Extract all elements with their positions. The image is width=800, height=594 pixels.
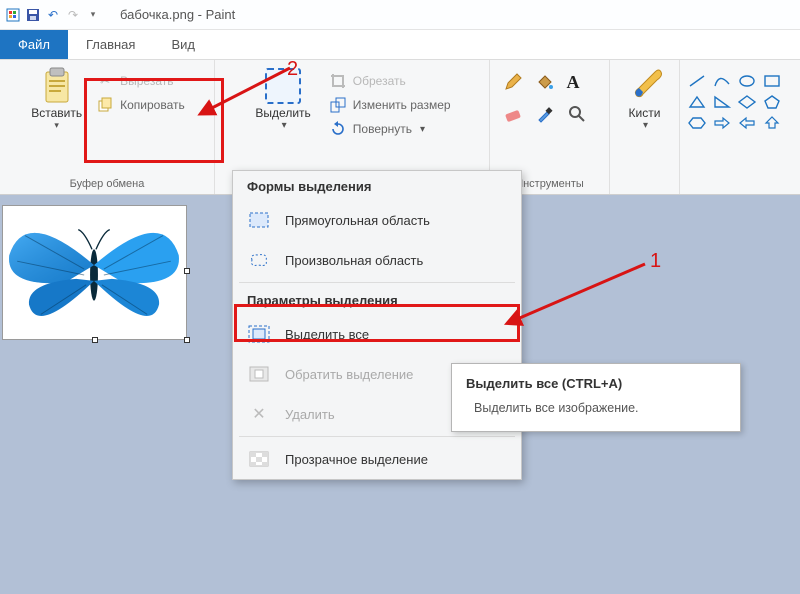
brushes-button[interactable]: Кисти (621, 66, 669, 133)
tab-file[interactable]: Файл (0, 30, 68, 59)
tooltip: Выделить все (CTRL+A) Выделить все изобр… (451, 363, 741, 432)
shape-diamond-icon[interactable] (736, 93, 758, 111)
text-icon[interactable]: A (567, 72, 597, 102)
dropdown-item-select-all[interactable]: Выделить все (233, 314, 521, 354)
window-title: бабочка.png - Paint (120, 7, 235, 22)
shape-oval-icon[interactable] (736, 72, 758, 90)
group-shapes (680, 60, 790, 194)
cut-button[interactable]: ✂ Вырезать (92, 70, 189, 92)
dropdown-section-shapes: Формы выделения (233, 171, 521, 200)
dropdown-item-transparent[interactable]: Прозрачное выделение (233, 439, 521, 479)
picker-icon[interactable] (535, 104, 565, 134)
quick-access-toolbar: ↶ ↷ ▾ (4, 6, 102, 24)
annotation-number-1: 1 (650, 250, 661, 273)
tooltip-body: Выделить все изображение. (466, 401, 726, 415)
resize-icon (329, 96, 347, 114)
title-bar: ↶ ↷ ▾ бабочка.png - Paint (0, 0, 800, 30)
paste-button[interactable]: Вставить ▾ (25, 66, 88, 133)
delete-icon: ✕ (247, 402, 271, 426)
transparent-icon (247, 447, 271, 471)
group-clipboard-label: Буфер обмена (70, 178, 145, 192)
crop-button[interactable]: Обрезать (325, 70, 455, 92)
dropdown-item-rectangular[interactable]: Прямоугольная область (233, 200, 521, 240)
dropdown-separator-2 (239, 436, 515, 437)
canvas-image (3, 206, 186, 339)
resize-handle-se[interactable] (184, 337, 190, 343)
shape-triangle-icon[interactable] (686, 93, 708, 111)
undo-icon[interactable]: ↶ (44, 6, 62, 24)
dropdown-separator (239, 282, 515, 283)
tab-view[interactable]: Вид (153, 30, 213, 59)
resize-label: Изменить размер (353, 98, 451, 112)
paste-label: Вставить (31, 106, 82, 120)
shape-line-icon[interactable] (686, 72, 708, 90)
shape-hexagon-icon[interactable] (686, 114, 708, 132)
canvas[interactable] (2, 205, 187, 340)
dropdown-selectall-label: Выделить все (285, 327, 369, 342)
shape-curve-icon[interactable] (711, 72, 733, 90)
save-icon[interactable] (24, 6, 42, 24)
shape-larrow-icon[interactable] (736, 114, 758, 132)
rotate-icon (329, 120, 347, 138)
fill-icon[interactable] (535, 72, 565, 102)
qat-dropdown-icon[interactable]: ▾ (84, 6, 102, 24)
dropdown-free-label: Произвольная область (285, 253, 423, 268)
group-brushes: Кисти (610, 60, 680, 194)
select-dropdown: Формы выделения Прямоугольная область Пр… (232, 170, 522, 480)
dropdown-item-freeform[interactable]: Произвольная область (233, 240, 521, 280)
brush-icon (627, 68, 663, 104)
magnifier-icon[interactable] (567, 104, 597, 134)
dropdown-transparent-label: Прозрачное выделение (285, 452, 428, 467)
shape-pentagon-icon[interactable] (761, 93, 783, 111)
redo-icon[interactable]: ↷ (64, 6, 82, 24)
group-clipboard: Вставить ▾ ✂ Вырезать Копировать Буфер о… (0, 60, 215, 194)
crop-label: Обрезать (353, 74, 406, 88)
resize-button[interactable]: Изменить размер (325, 94, 455, 116)
eraser-icon[interactable] (503, 104, 533, 134)
select-label: Выделить (255, 106, 310, 120)
shape-uarrow-icon[interactable] (761, 114, 783, 132)
crop-icon (329, 72, 347, 90)
dropdown-rect-label: Прямоугольная область (285, 213, 430, 228)
pencil-icon[interactable] (503, 72, 533, 102)
dropdown-invert-label: Обратить выделение (285, 367, 413, 382)
annotation-number-2: 2 (287, 58, 298, 81)
rect-select-icon (247, 208, 271, 232)
chevron-down-icon: ▾ (54, 120, 59, 131)
group-tools-label: Инструменты (515, 178, 584, 192)
cut-label: Вырезать (120, 74, 173, 88)
dropdown-section-params: Параметры выделения (233, 285, 521, 314)
brushes-label: Кисти (629, 106, 661, 120)
rotate-label: Повернуть (353, 122, 412, 136)
clipboard-icon (39, 68, 75, 104)
resize-handle-s[interactable] (92, 337, 98, 343)
ribbon-tabs: Файл Главная Вид (0, 30, 800, 60)
rotate-button[interactable]: Повернуть (325, 118, 455, 140)
freeform-select-icon (247, 248, 271, 272)
select-button[interactable]: Выделить (249, 66, 316, 133)
resize-handle-e[interactable] (184, 268, 190, 274)
select-all-icon (247, 322, 271, 346)
tab-home[interactable]: Главная (68, 30, 153, 59)
tooltip-title: Выделить все (CTRL+A) (466, 376, 726, 391)
invert-icon (247, 362, 271, 386)
shape-rtriangle-icon[interactable] (711, 93, 733, 111)
app-icon (4, 6, 22, 24)
scissors-icon: ✂ (96, 72, 114, 90)
shape-rect-icon[interactable] (761, 72, 783, 90)
copy-icon (96, 96, 114, 114)
shape-rarrow-icon[interactable] (711, 114, 733, 132)
copy-button[interactable]: Копировать (92, 94, 189, 116)
dropdown-delete-label: Удалить (285, 407, 335, 422)
copy-label: Копировать (120, 98, 185, 112)
